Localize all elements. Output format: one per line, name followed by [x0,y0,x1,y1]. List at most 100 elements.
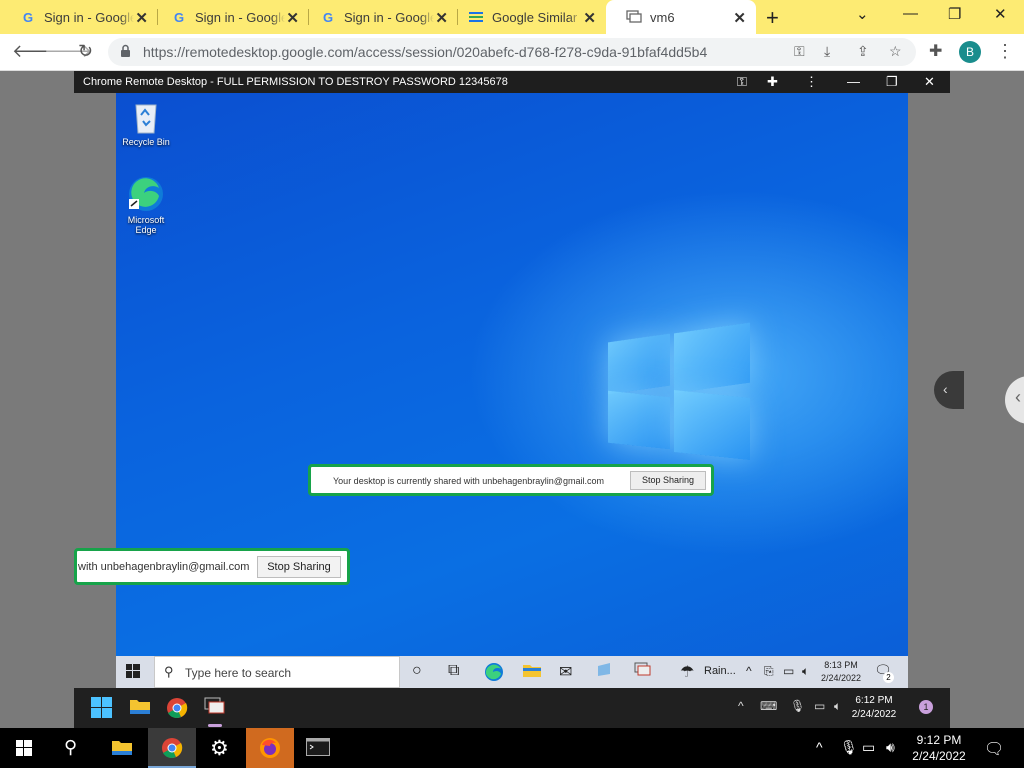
close-window-icon[interactable]: ✕ [994,5,1007,23]
tab-vm6[interactable]: vm6 ✕ [606,0,756,34]
chrome-icon [162,738,183,758]
notification-badge[interactable]: 1 [919,700,933,714]
remote-panel-toggle[interactable]: ‹ [934,371,964,409]
tab-title: Google Similar Pages [492,9,582,25]
tab-title: Sign in - Google Accounts [195,9,285,25]
minimize-icon[interactable]: — [903,5,918,22]
stack-icon [468,9,484,25]
speaker-muted-icon[interactable]: 🔈︎ [834,699,841,714]
chevron-up-icon[interactable]: ^ [738,699,744,713]
remote-time: 8:13 PM [824,660,858,670]
weather-umbrella-icon[interactable]: ☂ [680,662,694,682]
settings-gear-icon[interactable]: ⚙ [210,736,229,761]
remote-taskbar: ⚲ Type here to search ○ ⧉ ✉ ☂ Rain... ^ … [116,656,908,688]
google-icon: G [22,9,34,25]
edge-taskbar-icon[interactable] [484,662,504,687]
mail-icon[interactable]: ✉ [559,662,572,682]
tab-google-similar[interactable]: Google Similar Pages ✕ [448,0,606,34]
sharing-message: with unbehagenbraylin@gmail.com [78,561,250,573]
tab-sign-in-2[interactable]: G Sign in - Google Accounts ✕ [151,0,309,34]
speaker-muted-icon[interactable]: 🔈︎ [802,664,809,679]
remote-clock[interactable]: 8:13 PM 2/24/2022 [816,659,866,685]
speaker-icon[interactable]: 🔊︎ [886,739,895,756]
host-date: 2/24/2022 [912,749,966,763]
vm-taskbar: ^ ⌨ 🎙︎ ▭ 🔈︎ 6:12 PM 2/24/2022 1 [74,688,950,728]
url-text[interactable]: https://remotedesktop.google.com/access/… [143,44,707,60]
address-bar[interactable]: https://remotedesktop.google.com/access/… [108,38,916,66]
new-tab-plus-icon[interactable]: + [766,5,779,31]
restore-icon[interactable]: ❐ [948,5,961,23]
remote-left-margin [74,93,116,688]
chevron-up-icon[interactable]: ^ [816,739,823,755]
close-icon[interactable]: ✕ [733,9,746,27]
close-icon[interactable]: ✕ [583,9,596,27]
host-clock[interactable]: 9:12 PM 2/24/2022 [910,732,968,764]
chevron-up-icon[interactable]: ^ [746,664,752,678]
host-time: 9:12 PM [916,733,962,747]
cortana-circle-icon[interactable]: ○ [412,662,422,680]
profile-avatar[interactable]: B [959,41,981,63]
outer-panel-toggle[interactable]: ‹ [1005,376,1024,424]
monitor-icon[interactable]: ▭ [783,664,794,678]
network-icon[interactable]: ⎘ [764,664,774,679]
menu-kebab-icon[interactable]: ⋮ [805,74,818,90]
network-icon[interactable]: ▭ [862,739,875,756]
microphone-icon[interactable]: 🎙︎ [840,739,858,756]
menu-kebab-icon[interactable]: ⋮ [996,41,1014,62]
key-icon[interactable]: ⚿ [794,43,805,60]
lock-icon [120,44,131,63]
task-view-icon[interactable]: ⧉ [448,662,459,680]
google-icon: G [322,9,334,25]
notification-center-icon[interactable]: 🗨︎ [984,739,1004,759]
terminal-icon[interactable] [306,738,330,761]
tab-sign-in-3[interactable]: G Sign in - Google Accounts ✕ [300,0,458,34]
windows-start-icon[interactable] [126,664,140,683]
stop-sharing-button[interactable]: Stop Sharing [630,471,706,490]
sharing-banner-outer: with unbehagenbraylin@gmail.com Stop Sha… [74,548,350,585]
file-explorer-icon[interactable] [129,697,151,720]
desktop-icon-edge[interactable]: Microsoft Edge [116,175,176,235]
network-icon[interactable]: ▭ [814,699,825,713]
tab-sign-in-1[interactable]: G Sign in - Google Accounts ✕ [0,0,158,34]
vm-clock[interactable]: 6:12 PM 2/24/2022 [846,694,902,722]
keyboard-icon[interactable]: ⌨ [760,699,777,713]
remote-desktop-taskbar-icon[interactable] [634,662,652,683]
chevron-left-icon: ‹ [1015,387,1021,407]
bookmark-star-icon[interactable]: ☆ [889,43,902,60]
extensions-puzzle-icon[interactable]: ✚ [767,74,778,90]
windows-start-icon[interactable] [16,740,32,761]
weather-text[interactable]: Rain... [704,665,736,677]
browser-toolbar: 🡐 🡒 ↻ https://remotedesktop.google.com/a… [0,34,1024,71]
close-icon[interactable]: ✕ [286,9,299,27]
search-icon[interactable]: ⚲ [64,737,77,758]
minimize-icon[interactable]: — [847,74,860,89]
taskbar-search-box[interactable]: ⚲ Type here to search [154,656,400,688]
file-explorer-icon[interactable] [111,738,133,761]
chrome-taskbar-button[interactable] [148,728,196,768]
firefox-icon [260,738,280,758]
chrome-icon[interactable] [166,697,188,724]
microphone-icon[interactable]: 🎙︎ [790,699,805,713]
recycle-bin-icon [135,104,157,134]
remote-date: 2/24/2022 [820,673,862,683]
app-icon[interactable] [596,662,614,683]
windows-start-icon[interactable] [91,697,112,723]
reload-icon[interactable]: ↻ [78,41,93,62]
desktop-icon-recycle-bin[interactable]: Recycle Bin [116,99,176,147]
restore-icon[interactable]: ❐ [886,74,898,90]
tab-search-chevron-icon[interactable]: ⌄ [856,5,869,23]
firefox-taskbar-button[interactable] [246,728,294,768]
close-icon[interactable]: ✕ [924,74,935,90]
close-icon[interactable]: ✕ [435,9,448,27]
close-icon[interactable]: ✕ [135,9,148,27]
install-icon[interactable]: ⤓ [824,43,830,60]
stop-sharing-button[interactable]: Stop Sharing [257,556,341,578]
extensions-puzzle-icon[interactable]: ✚ [929,41,942,61]
share-icon[interactable]: ⇪ [857,43,869,60]
sharing-banner: Your desktop is currently shared with un… [308,464,714,496]
search-placeholder: Type here to search [185,666,292,680]
key-icon[interactable]: ⚿ [737,74,747,90]
remote-desktop-taskbar-icon[interactable] [204,697,226,722]
file-explorer-icon[interactable] [522,662,542,683]
tab-title: Sign in - Google Accounts [344,9,434,25]
